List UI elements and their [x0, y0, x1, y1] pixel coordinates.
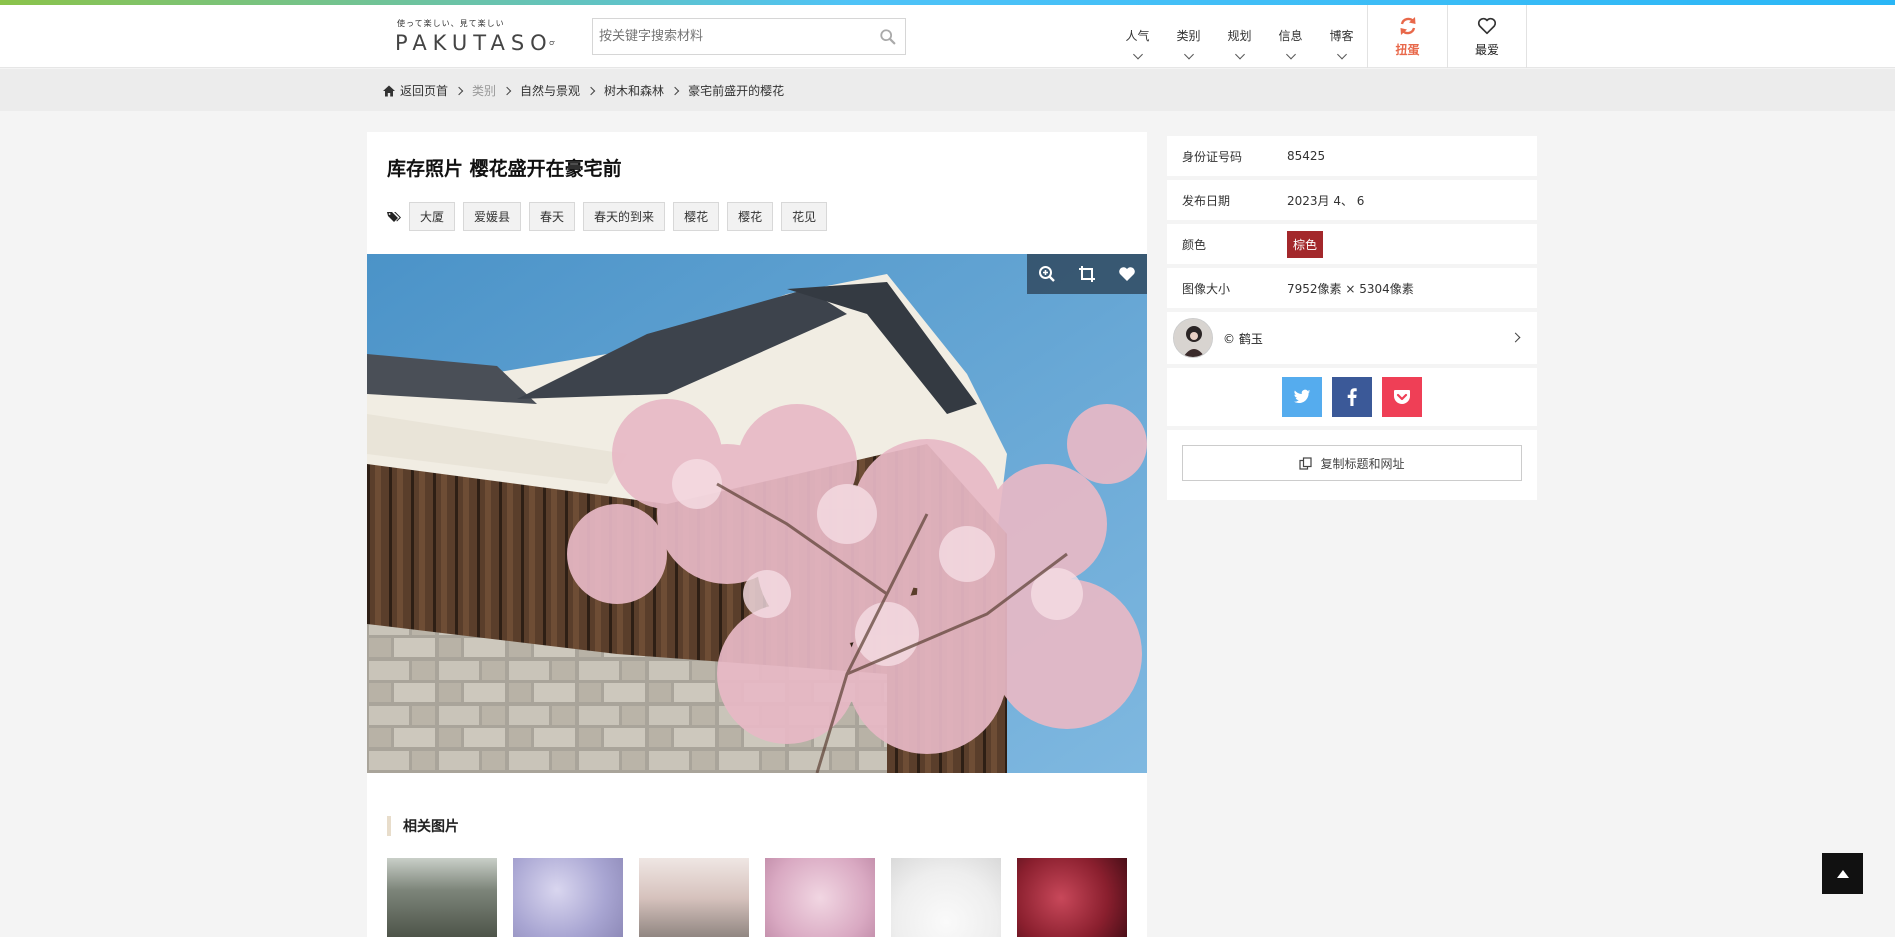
- twitter-share-button[interactable]: [1282, 377, 1322, 417]
- chevron-right-icon: [670, 86, 680, 95]
- shuffle-label: 扭蛋: [1395, 43, 1420, 57]
- logo-mark-icon: [549, 40, 555, 46]
- back-to-top-button[interactable]: [1822, 853, 1863, 894]
- crop-icon[interactable]: [1078, 265, 1096, 283]
- chevron-down-icon: [1285, 49, 1296, 60]
- twitter-icon: [1293, 389, 1311, 404]
- breadcrumb-bar: 返回页首 类别 自然与景观 树木和森林 豪宅前盛开的樱花: [0, 69, 1895, 111]
- nav-info-label: 信息: [1278, 29, 1303, 43]
- copy-section: 复制标题和网址: [1167, 430, 1537, 500]
- logo-text: PAKUTASO: [395, 31, 553, 55]
- related-thumb[interactable]: [1017, 858, 1127, 937]
- search-input[interactable]: [593, 19, 873, 54]
- chevron-down-icon: [1336, 49, 1347, 60]
- info-date-value: 2023月 4、 6: [1287, 193, 1365, 208]
- arrow-up-icon: [1836, 869, 1849, 878]
- chevron-right-icon: [502, 86, 512, 95]
- info-size-value: 7952像素 × 5304像素: [1287, 281, 1414, 296]
- site-header: 使って楽しい、見て楽しい PAKUTASO: [0, 5, 1895, 68]
- author-name: © 鹤玉: [1223, 331, 1263, 346]
- logo-wordmark: PAKUTASO: [395, 31, 555, 55]
- facebook-icon: [1347, 388, 1357, 406]
- tag-list: 大厦 爱媛县 春天 春天的到来 樱花 樱花 花见: [387, 202, 835, 231]
- home-icon: [383, 85, 395, 96]
- related-thumb[interactable]: [387, 858, 497, 937]
- tag-item[interactable]: 花见: [781, 202, 828, 231]
- chevron-down-icon: [1132, 49, 1143, 60]
- nav-info[interactable]: 信息: [1265, 5, 1316, 68]
- tag-item[interactable]: 春天的到来: [583, 202, 666, 231]
- info-id-label: 身份证号码: [1182, 149, 1243, 164]
- avatar: [1173, 318, 1213, 358]
- related-images-heading: 相关图片: [387, 816, 459, 836]
- pocket-share-button[interactable]: [1382, 377, 1422, 417]
- nav-plan[interactable]: 规划: [1214, 5, 1265, 68]
- main-nav: 人气 类别 规划 信息 博客 扭蛋 最爱: [1112, 5, 1527, 68]
- nav-category-label: 类别: [1176, 29, 1201, 43]
- breadcrumb-nature[interactable]: 自然与景观: [520, 82, 580, 99]
- info-size-label: 图像大小: [1182, 281, 1231, 296]
- tag-item[interactable]: 樱花: [727, 202, 774, 231]
- chevron-down-icon: [1234, 49, 1245, 60]
- photo-info-sidebar: 身份证号码 85425 发布日期 2023月 4、 6 颜色 棕色 图像大小 7…: [1167, 136, 1537, 500]
- photo-detail-panel: 库存照片 樱花盛开在豪宅前 大厦 爱媛县 春天 春天的到来 樱花 樱花 花见 相…: [367, 132, 1147, 937]
- tag-item[interactable]: 大厦: [409, 202, 456, 231]
- share-buttons: [1167, 368, 1537, 426]
- tags-icon: [387, 211, 401, 222]
- favorites-button[interactable]: 最爱: [1447, 5, 1527, 68]
- favorites-label: 最爱: [1474, 43, 1499, 57]
- info-id-value: 85425: [1287, 149, 1326, 163]
- zoom-in-icon[interactable]: [1038, 265, 1056, 283]
- tag-item[interactable]: 春天: [529, 202, 576, 231]
- copy-icon: [1299, 456, 1313, 470]
- chevron-right-icon: [586, 86, 596, 95]
- nav-popular[interactable]: 人气: [1112, 5, 1163, 68]
- info-date-label: 发布日期: [1182, 193, 1231, 208]
- pocket-icon: [1394, 390, 1410, 404]
- shuffle-icon: [1400, 17, 1415, 35]
- chevron-right-icon: [454, 86, 464, 95]
- nav-plan-label: 规划: [1227, 29, 1252, 43]
- search-box: [592, 18, 906, 55]
- copy-title-url-button[interactable]: 复制标题和网址: [1182, 445, 1522, 481]
- heart-icon: [1477, 17, 1497, 35]
- site-logo[interactable]: 使って楽しい、見て楽しい PAKUTASO: [395, 18, 555, 58]
- tag-item[interactable]: 爱媛县: [463, 202, 522, 231]
- nav-blog[interactable]: 博客: [1316, 5, 1367, 68]
- related-thumb[interactable]: [639, 858, 749, 937]
- chevron-right-icon: [1510, 332, 1521, 343]
- main-photo[interactable]: [367, 254, 1147, 773]
- photo-image: [367, 254, 1147, 773]
- info-size-row: 图像大小 7952像素 × 5304像素: [1167, 268, 1537, 308]
- nav-category[interactable]: 类别: [1163, 5, 1214, 68]
- info-id-row: 身份证号码 85425: [1167, 136, 1537, 176]
- facebook-share-button[interactable]: [1332, 377, 1372, 417]
- info-color-label: 颜色: [1182, 237, 1207, 252]
- related-images-list: [387, 858, 1143, 937]
- tag-item[interactable]: 樱花: [673, 202, 720, 231]
- chevron-down-icon: [1183, 49, 1194, 60]
- heart-icon[interactable]: [1118, 265, 1136, 283]
- search-icon[interactable]: [879, 28, 897, 46]
- nav-popular-label: 人气: [1125, 29, 1150, 43]
- logo-tagline: 使って楽しい、見て楽しい: [397, 19, 505, 28]
- info-date-row: 发布日期 2023月 4、 6: [1167, 180, 1537, 220]
- related-thumb[interactable]: [765, 858, 875, 937]
- related-thumb[interactable]: [891, 858, 1001, 937]
- page-title: 库存照片 樱花盛开在豪宅前: [387, 158, 622, 180]
- breadcrumb-category[interactable]: 类别: [472, 82, 496, 99]
- nav-blog-label: 博客: [1329, 29, 1354, 43]
- breadcrumb-trees[interactable]: 树木和森林: [604, 82, 664, 99]
- copy-label: 复制标题和网址: [1320, 456, 1405, 471]
- related-thumb[interactable]: [513, 858, 623, 937]
- color-badge[interactable]: 棕色: [1287, 230, 1324, 258]
- shuffle-button[interactable]: 扭蛋: [1367, 5, 1447, 68]
- author-link[interactable]: © 鹤玉: [1167, 312, 1537, 364]
- breadcrumb-home[interactable]: 返回页首: [400, 82, 448, 99]
- photo-toolbar: [1027, 254, 1147, 294]
- breadcrumb: 返回页首 类别 自然与景观 树木和森林 豪宅前盛开的樱花: [383, 82, 784, 99]
- breadcrumb-current: 豪宅前盛开的樱花: [688, 84, 785, 98]
- info-color-row: 颜色 棕色: [1167, 224, 1537, 264]
